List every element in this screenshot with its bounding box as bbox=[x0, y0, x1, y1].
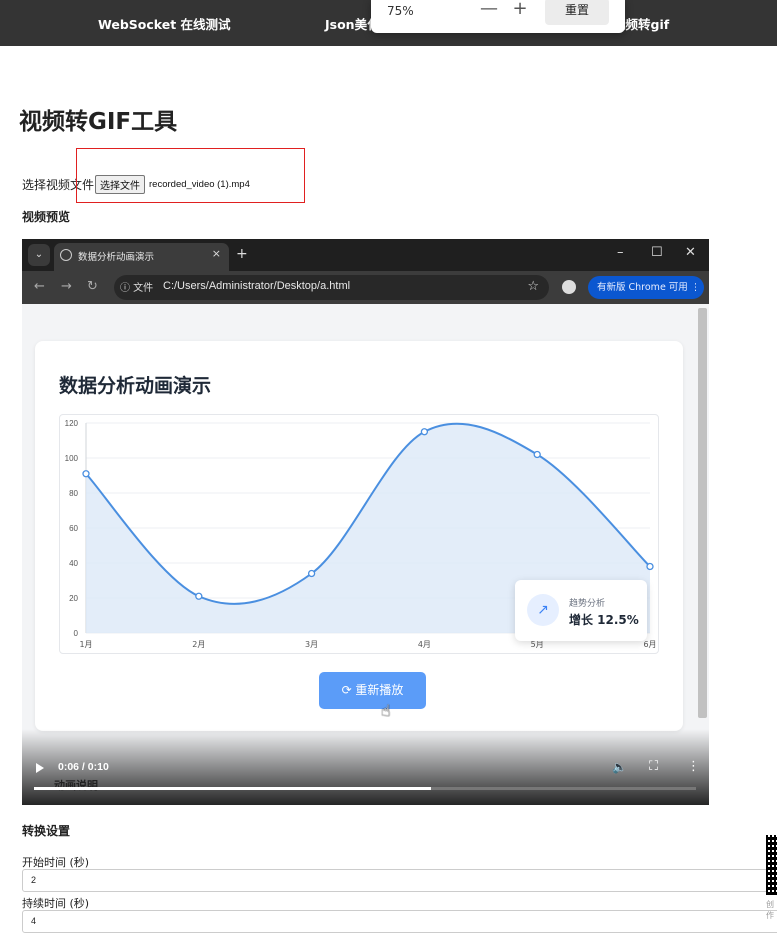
chrome-update-button[interactable]: 有新版 Chrome 可用 ⋮ bbox=[588, 276, 704, 299]
minimize-icon[interactable]: – bbox=[617, 245, 624, 260]
card-title: 数据分析动画演示 bbox=[59, 375, 212, 397]
tab-close-icon[interactable]: × bbox=[212, 247, 221, 260]
x-tick-label: 2月 bbox=[192, 640, 205, 649]
browser-address-bar: ← → ↻ ⓘ 文件 C:/Users/Administrator/Deskto… bbox=[22, 271, 709, 304]
zoom-level: 75% bbox=[387, 4, 414, 18]
start-time-label: 开始时间 (秒) bbox=[22, 856, 90, 869]
duration-label: 持续时间 (秒) bbox=[22, 897, 90, 910]
scrollbar[interactable] bbox=[698, 308, 707, 718]
data-point bbox=[307, 569, 316, 578]
data-point bbox=[420, 428, 429, 436]
browser-tab[interactable]: 数据分析动画演示 × bbox=[54, 243, 229, 271]
globe-icon bbox=[60, 249, 72, 261]
video-controls-overlay bbox=[22, 729, 709, 805]
data-point bbox=[82, 470, 90, 478]
data-point bbox=[646, 562, 654, 571]
reload-icon[interactable]: ↻ bbox=[87, 279, 98, 294]
page-title: 视频转GIF工具 bbox=[19, 109, 178, 135]
profile-icon[interactable] bbox=[562, 280, 576, 294]
x-tick-label: 5月 bbox=[531, 640, 544, 649]
browser-tab-bar: ⌄ 数据分析动画演示 × + – ☐ ✕ bbox=[22, 239, 709, 271]
maximize-icon[interactable]: ☐ bbox=[651, 245, 663, 260]
x-tick-label: 3月 bbox=[305, 640, 318, 649]
y-tick-label: 60 bbox=[69, 524, 78, 533]
video-progress-bar[interactable] bbox=[34, 787, 696, 790]
chart-card: 数据分析动画演示 0 20 40 60 80 100 120 1月 2月 3月 4月 5月 6月 ↗ 趋… bbox=[35, 341, 683, 731]
x-tick-label: 6月 bbox=[643, 640, 656, 649]
qr-code bbox=[766, 835, 777, 895]
zoom-out-button[interactable]: — bbox=[477, 0, 501, 22]
nav-link-websocket[interactable]: WebSocket 在线测试 bbox=[98, 14, 231, 33]
fullscreen-icon[interactable]: ⛶ bbox=[649, 759, 658, 774]
replay-button[interactable]: ⟳ 重新播放 bbox=[319, 672, 426, 709]
y-tick-label: 120 bbox=[65, 419, 79, 428]
zoom-popup: 75% — + 重置 bbox=[371, 0, 625, 33]
video-progress-fill bbox=[34, 787, 432, 790]
video-time: 0:06 / 0:10 bbox=[58, 761, 109, 773]
bookmark-star-icon[interactable]: ☆ bbox=[527, 279, 539, 294]
trend-chart-icon: ↗ bbox=[527, 594, 559, 626]
x-tick-label: 1月 bbox=[79, 640, 92, 649]
data-point bbox=[195, 592, 203, 600]
volume-icon[interactable]: 🔈 bbox=[612, 760, 627, 774]
trend-value: 增长 12.5% bbox=[569, 613, 639, 627]
start-time-input[interactable]: 2 bbox=[22, 869, 777, 892]
zoom-reset-button[interactable]: 重置 bbox=[545, 0, 609, 25]
more-options-icon[interactable]: ⋮ bbox=[687, 759, 700, 774]
video-player[interactable]: ⌄ 数据分析动画演示 × + – ☐ ✕ ← → ↻ ⓘ 文件 C:/Users… bbox=[22, 239, 709, 805]
y-tick-label: 0 bbox=[74, 629, 79, 638]
tab-title: 数据分析动画演示 bbox=[78, 252, 155, 263]
play-icon[interactable] bbox=[36, 763, 44, 773]
y-tick-label: 20 bbox=[69, 594, 78, 603]
preview-label: 视频预览 bbox=[22, 210, 71, 224]
y-tick-label: 100 bbox=[65, 454, 79, 463]
highlight-box bbox=[76, 148, 305, 203]
forward-icon[interactable]: → bbox=[61, 279, 72, 294]
trend-card: ↗ 趋势分析 增长 12.5% bbox=[515, 580, 647, 641]
site-info-chip[interactable]: ⓘ 文件 bbox=[120, 279, 153, 294]
window-close-icon[interactable]: ✕ bbox=[685, 245, 696, 260]
y-tick-label: 80 bbox=[69, 489, 78, 498]
new-tab-icon[interactable]: + bbox=[236, 246, 248, 262]
zoom-in-button[interactable]: + bbox=[508, 0, 532, 22]
trend-label: 趋势分析 bbox=[569, 599, 606, 609]
qr-caption: 创作 bbox=[766, 900, 774, 920]
omnibox[interactable]: ⓘ 文件 C:/Users/Administrator/Desktop/a.ht… bbox=[114, 275, 549, 300]
duration-input[interactable]: 4 bbox=[22, 910, 777, 933]
settings-label: 转换设置 bbox=[22, 824, 71, 838]
x-tick-label: 4月 bbox=[418, 640, 431, 649]
y-tick-label: 40 bbox=[69, 559, 78, 568]
back-icon[interactable]: ← bbox=[34, 279, 45, 294]
card-footer-text: 动画说明 bbox=[54, 779, 98, 792]
data-point bbox=[533, 450, 541, 459]
hand-cursor-icon: ☝ bbox=[381, 701, 391, 720]
tab-search-icon[interactable]: ⌄ bbox=[28, 244, 50, 266]
url-text: C:/Users/Administrator/Desktop/a.html bbox=[163, 280, 351, 292]
